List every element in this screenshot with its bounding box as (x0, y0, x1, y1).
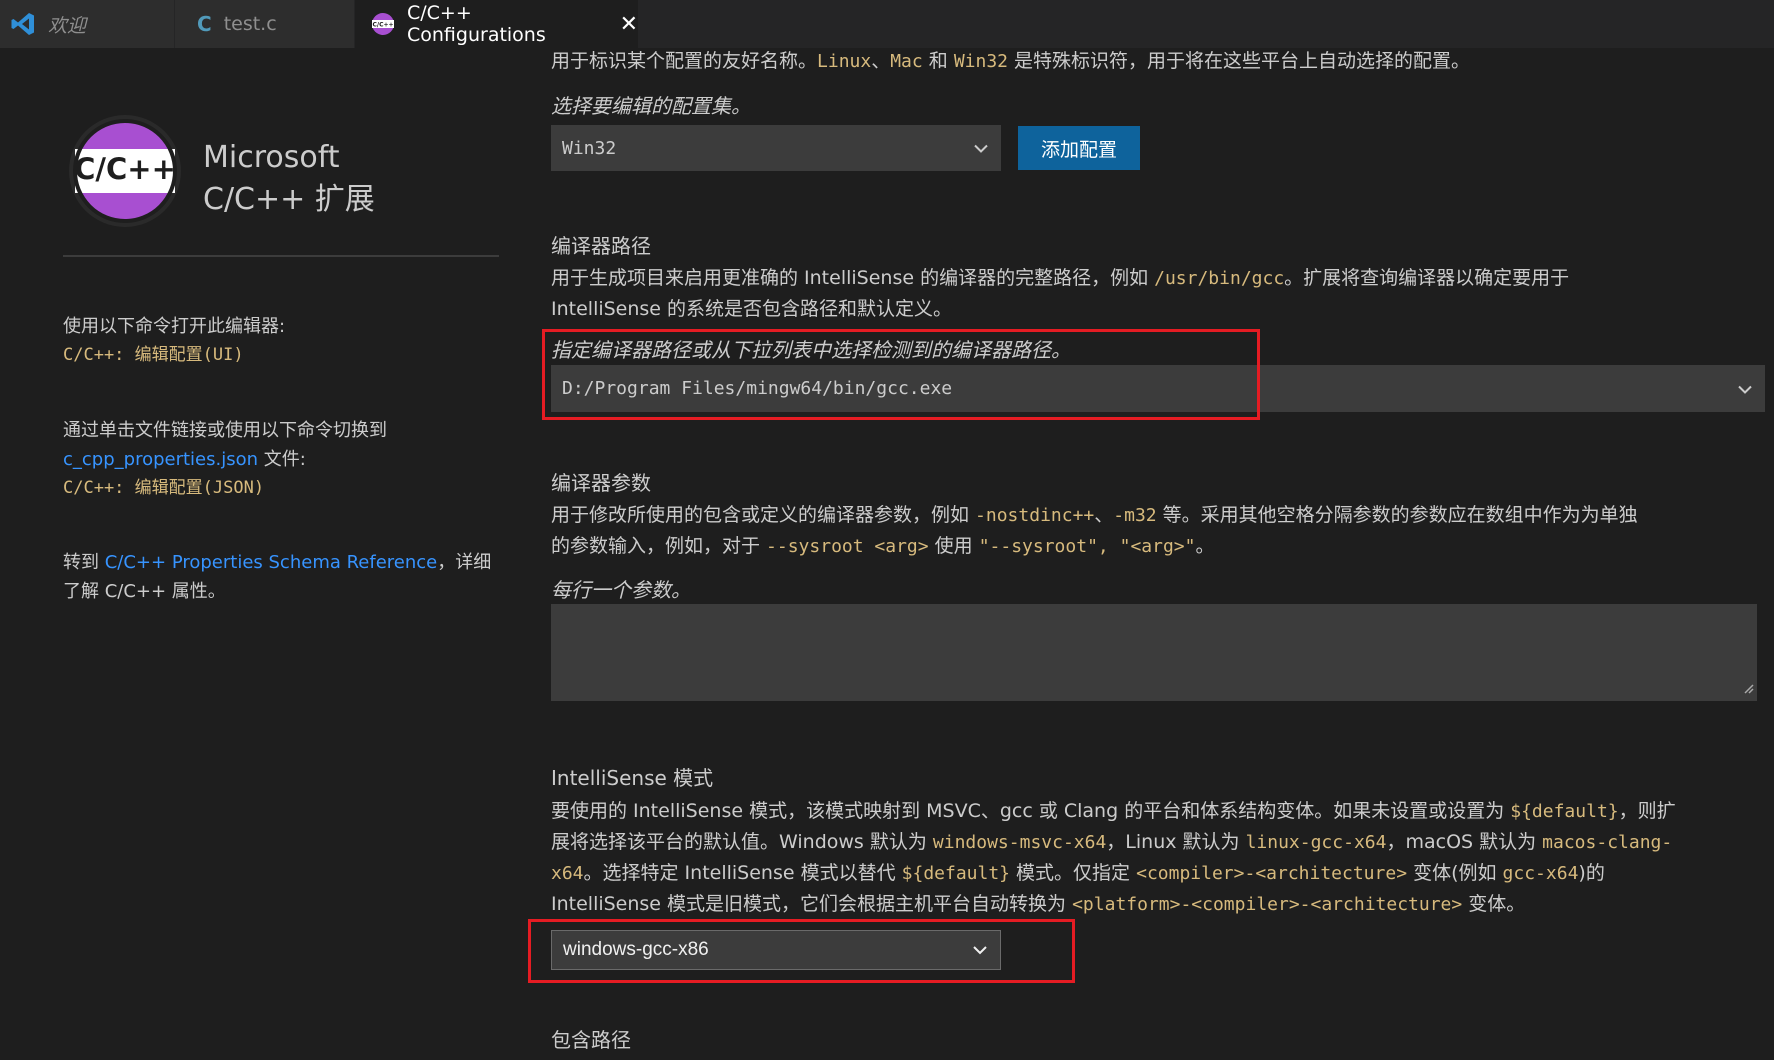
tab-welcome[interactable]: 欢迎 (0, 0, 175, 48)
compiler-path-description: 用于生成项目来启用更准确的 IntelliSense 的编译器的完整路径，例如 … (551, 263, 1751, 324)
include-path-heading: 包含路径 (551, 1028, 631, 1052)
desc-and: 和 (922, 50, 954, 72)
desc-text: ，macOS 默认为 (1386, 831, 1543, 853)
code-mac: Mac (890, 51, 923, 72)
switch-text: 通过单击文件链接或使用以下命令切换到 (63, 420, 387, 441)
intellisense-mode-heading: IntelliSense 模式 (551, 766, 714, 790)
desc-text: 使用 (928, 535, 979, 557)
code-x64: x64 (551, 863, 584, 884)
code-default: ${default} (1510, 801, 1619, 822)
desc-text: 用于生成项目来启用更准确的 IntelliSense 的编译器的完整路径，例如 (551, 267, 1155, 289)
tab-cpp-configurations[interactable]: C/C++ C/C++ Configurations ✕ (355, 0, 638, 48)
tab-label: test.c (223, 13, 277, 35)
code-linux-gcc: linux-gcc-x64 (1245, 832, 1387, 853)
compiler-args-textarea[interactable] (551, 604, 1757, 701)
desc-text: 。选择特定 IntelliSense 模式以替代 (583, 862, 902, 884)
open-command: C/C++: 编辑配置(UI) (63, 345, 244, 365)
desc-text: IntelliSense 的系统是否包含路径和默认定义。 (551, 298, 953, 320)
cpp-logo: C/C++ (68, 114, 182, 228)
switch-command-block: 通过单击文件链接或使用以下命令切换到 c_cpp_properties.json… (63, 416, 387, 503)
desc-text: IntelliSense 模式是旧模式，它们会根据主机平台自动转换为 (551, 893, 1073, 915)
code-arg-quoted: "<arg>" (1119, 536, 1196, 557)
compiler-path-heading: 编译器路径 (551, 234, 651, 258)
add-config-button[interactable]: 添加配置 (1018, 126, 1140, 170)
compiler-args-heading: 编译器参数 (551, 471, 651, 495)
code-platform-compiler-arch: <platform>-<compiler>-<architecture> (1072, 894, 1463, 915)
code-default: ${default} (901, 863, 1011, 884)
config-select[interactable]: Win32 (551, 125, 1001, 171)
desc-text: 的参数输入，例如，对于 (551, 535, 767, 557)
desc-text: 等。采用其他空格分隔参数的参数应在数组中作为为单独 (1156, 504, 1638, 526)
goto-suffix-line2: 了解 C/C++ 属性。 (63, 581, 226, 602)
switch-command: C/C++: 编辑配置(JSON) (63, 478, 265, 498)
desc-text: 用于标识某个配置的友好名称。 (551, 50, 818, 72)
config-name-description: 用于标识某个配置的友好名称。Linux、Mac 和 Win32 是特殊标识符，用… (551, 46, 1470, 77)
close-icon[interactable]: ✕ (620, 12, 638, 37)
desc-text: 变体。 (1462, 893, 1526, 915)
desc-sep: 、 (1094, 504, 1114, 526)
intellisense-mode-description: 要使用的 IntelliSense 模式，该模式映射到 MSVC、gcc 或 C… (551, 796, 1763, 920)
select-config-hint: 选择要编辑的配置集。 (551, 94, 751, 118)
editor-tab-bar: 欢迎 C test.c C/C++ C/C++ Configurations ✕ (0, 0, 1774, 48)
desc-text: 要使用的 IntelliSense 模式，该模式映射到 MSVC、gcc 或 C… (551, 800, 1511, 822)
code-win32: Win32 (953, 51, 1009, 72)
code-m32: -m32 (1113, 505, 1157, 526)
goto-prefix: 转到 (63, 552, 105, 573)
config-select-value: Win32 (562, 137, 617, 159)
goto-suffix: ，详细 (437, 552, 492, 573)
brand-name-line1: Microsoft (203, 140, 340, 175)
code-nostdinc: -nostdinc++ (975, 505, 1095, 526)
desc-text: 展将选择该平台的默认值。Windows 默认为 (551, 831, 933, 853)
code-linux: Linux (817, 51, 872, 72)
compiler-args-hint: 每行一个参数。 (551, 578, 691, 602)
code-comma: , (1097, 536, 1120, 557)
code-macos-clang: macos-clang- (1542, 832, 1673, 853)
code-gcc-x64: gcc-x64 (1502, 863, 1579, 884)
svg-text:C/C++: C/C++ (372, 22, 393, 29)
cpp-extension-icon: C/C++ (371, 12, 395, 36)
code-windows-msvc: windows-msvc-x64 (932, 832, 1107, 853)
tab-label: 欢迎 (48, 14, 87, 37)
logo-text: C/C++ (74, 152, 176, 186)
desc-text: 变体(例如 (1407, 862, 1503, 884)
sidebar-divider (63, 255, 499, 257)
desc-text: ，Linux 默认为 (1106, 831, 1246, 853)
code-sysroot: --sysroot <arg> (766, 536, 929, 557)
desc-text: 。扩展将查询编译器以确定要用于 (1284, 267, 1570, 289)
tab-label: C/C++ Configurations (407, 2, 546, 46)
vscode-logo-icon (10, 11, 36, 37)
compiler-args-description: 用于修改所使用的包含或定义的编译器参数，例如 -nostdinc++、-m32 … (551, 500, 1761, 562)
resize-handle-icon[interactable] (1742, 679, 1754, 698)
code-sysroot-quoted: "--sysroot" (978, 536, 1098, 557)
highlight-box-intellisense-mode (528, 919, 1075, 983)
code-compiler-arch: <compiler>-<architecture> (1136, 863, 1408, 884)
chevron-down-icon[interactable] (1737, 378, 1753, 399)
desc-text: 。 (1195, 535, 1215, 557)
chevron-down-icon (973, 138, 989, 159)
schema-reference-link[interactable]: C/C++ Properties Schema Reference (105, 552, 438, 573)
open-command-block: 使用以下命令打开此编辑器: C/C++: 编辑配置(UI) (63, 312, 285, 370)
desc-text: 是特殊标识符，用于将在这些平台上自动选择的配置。 (1008, 50, 1471, 72)
switch-suffix: 文件: (258, 449, 306, 470)
code-gcc: /usr/bin/gcc (1154, 268, 1285, 289)
desc-text: )的 (1578, 862, 1605, 884)
brand-name-line2: C/C++ 扩展 (203, 182, 375, 217)
tab-test-c[interactable]: C test.c (175, 0, 355, 48)
desc-sep: 、 (871, 50, 891, 72)
json-file-link[interactable]: c_cpp_properties.json (63, 449, 258, 470)
desc-text: 模式。仅指定 (1010, 862, 1137, 884)
highlight-box-compiler-path (542, 329, 1260, 420)
desc-text: 用于修改所使用的包含或定义的编译器参数，例如 (551, 504, 976, 526)
open-command-text: 使用以下命令打开此编辑器: (63, 316, 286, 337)
c-file-icon: C (197, 12, 212, 36)
desc-text: ，则扩 (1618, 800, 1676, 822)
schema-reference-block: 转到 C/C++ Properties Schema Reference，详细 … (63, 548, 491, 606)
